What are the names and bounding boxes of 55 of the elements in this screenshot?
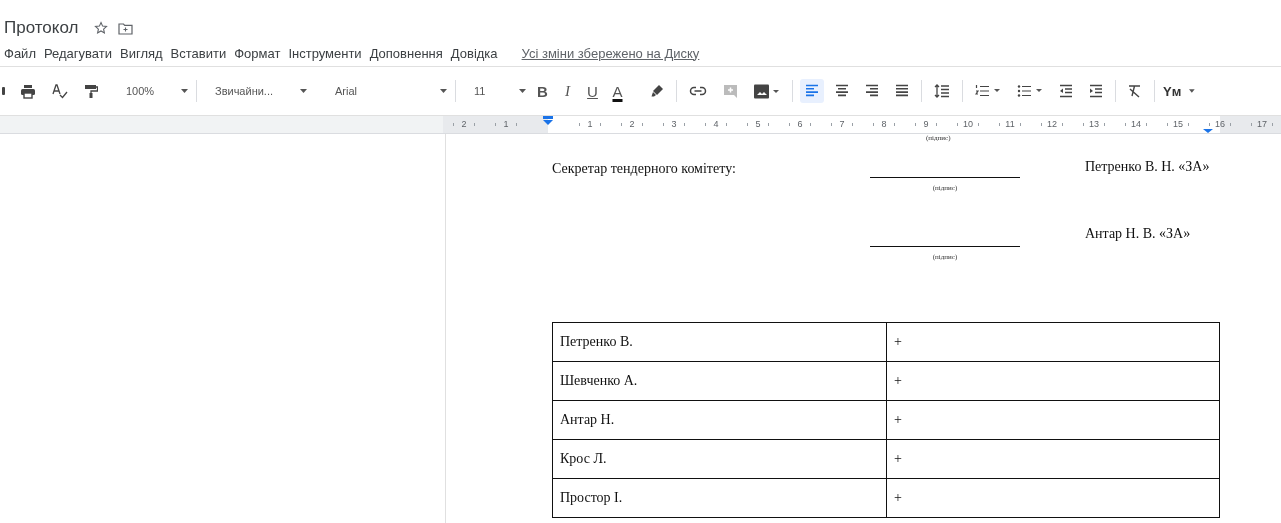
- table-cell: +: [886, 439, 1220, 479]
- underline-button[interactable]: U: [580, 79, 605, 103]
- image-icon[interactable]: [754, 83, 780, 99]
- menu-item[interactable]: Доповнення: [369, 45, 443, 61]
- table-cell: Шевченко А.: [552, 361, 887, 401]
- menu-item[interactable]: Вигляд: [120, 45, 163, 61]
- save-status-link[interactable]: Усі зміни збережено на Диску: [521, 45, 700, 61]
- style-dropdown[interactable]: Звичайни...: [211, 79, 311, 103]
- table-cell: +: [886, 361, 1220, 401]
- font-dropdown[interactable]: Arial: [331, 79, 451, 103]
- caret-icon: [519, 89, 526, 93]
- caret-icon: [181, 89, 188, 93]
- text-color-button[interactable]: A: [605, 79, 630, 103]
- table-cell: +: [886, 322, 1220, 362]
- menu-item[interactable]: Редагувати: [43, 45, 112, 61]
- numbered-list-icon[interactable]: [975, 84, 1001, 98]
- menu-item[interactable]: Формат: [234, 45, 281, 61]
- table-cell: Простор І.: [552, 478, 887, 518]
- increase-indent-icon[interactable]: [1089, 84, 1103, 98]
- folder-icon[interactable]: [118, 22, 134, 35]
- font-size-dropdown[interactable]: 11: [470, 79, 530, 103]
- italic-button[interactable]: I: [555, 79, 580, 103]
- table-cell: Антар Н.: [552, 400, 887, 440]
- document-title[interactable]: Протокол: [4, 18, 79, 40]
- role-label: Секретар тендерного комітету:: [552, 161, 736, 176]
- table-cell: +: [886, 478, 1220, 518]
- table-cell: +: [886, 400, 1220, 440]
- table-cell: Крос Л.: [552, 439, 887, 479]
- highlighter-icon[interactable]: [650, 84, 664, 98]
- spellcheck-icon[interactable]: [52, 83, 68, 99]
- menu-item[interactable]: Вставити: [170, 45, 227, 61]
- undo-icon[interactable]: [2, 86, 6, 96]
- paint-format-icon[interactable]: [84, 83, 98, 99]
- indent-marker-icon[interactable]: [542, 116, 554, 126]
- menu-item[interactable]: Файл: [4, 45, 36, 61]
- signatory-name: Антар Н. В. «ЗА»: [1085, 225, 1191, 243]
- clear-formatting-icon[interactable]: [1128, 84, 1142, 98]
- line-spacing-icon[interactable]: [934, 84, 950, 98]
- align-left-icon[interactable]: [800, 79, 824, 103]
- caret-icon: [1189, 89, 1195, 93]
- decrease-indent-icon[interactable]: [1059, 84, 1073, 98]
- menu-item[interactable]: Довідка: [450, 45, 498, 61]
- table-cell: Петренко В.: [552, 322, 887, 362]
- bold-button[interactable]: B: [530, 79, 555, 103]
- signatory-name: Петренко В. Н. «ЗА»: [1085, 158, 1210, 176]
- caret-icon: [300, 89, 307, 93]
- link-icon[interactable]: [689, 86, 707, 96]
- caret-icon: [440, 89, 447, 93]
- right-margin-marker-icon[interactable]: [1203, 129, 1213, 133]
- zoom-dropdown[interactable]: 100%: [122, 79, 192, 103]
- menu-item[interactable]: Інструменти: [288, 45, 362, 61]
- star-icon[interactable]: [94, 21, 109, 35]
- print-icon[interactable]: [20, 83, 36, 99]
- bulleted-list-icon[interactable]: [1017, 84, 1043, 98]
- input-tools-button[interactable]: Yм: [1159, 79, 1199, 103]
